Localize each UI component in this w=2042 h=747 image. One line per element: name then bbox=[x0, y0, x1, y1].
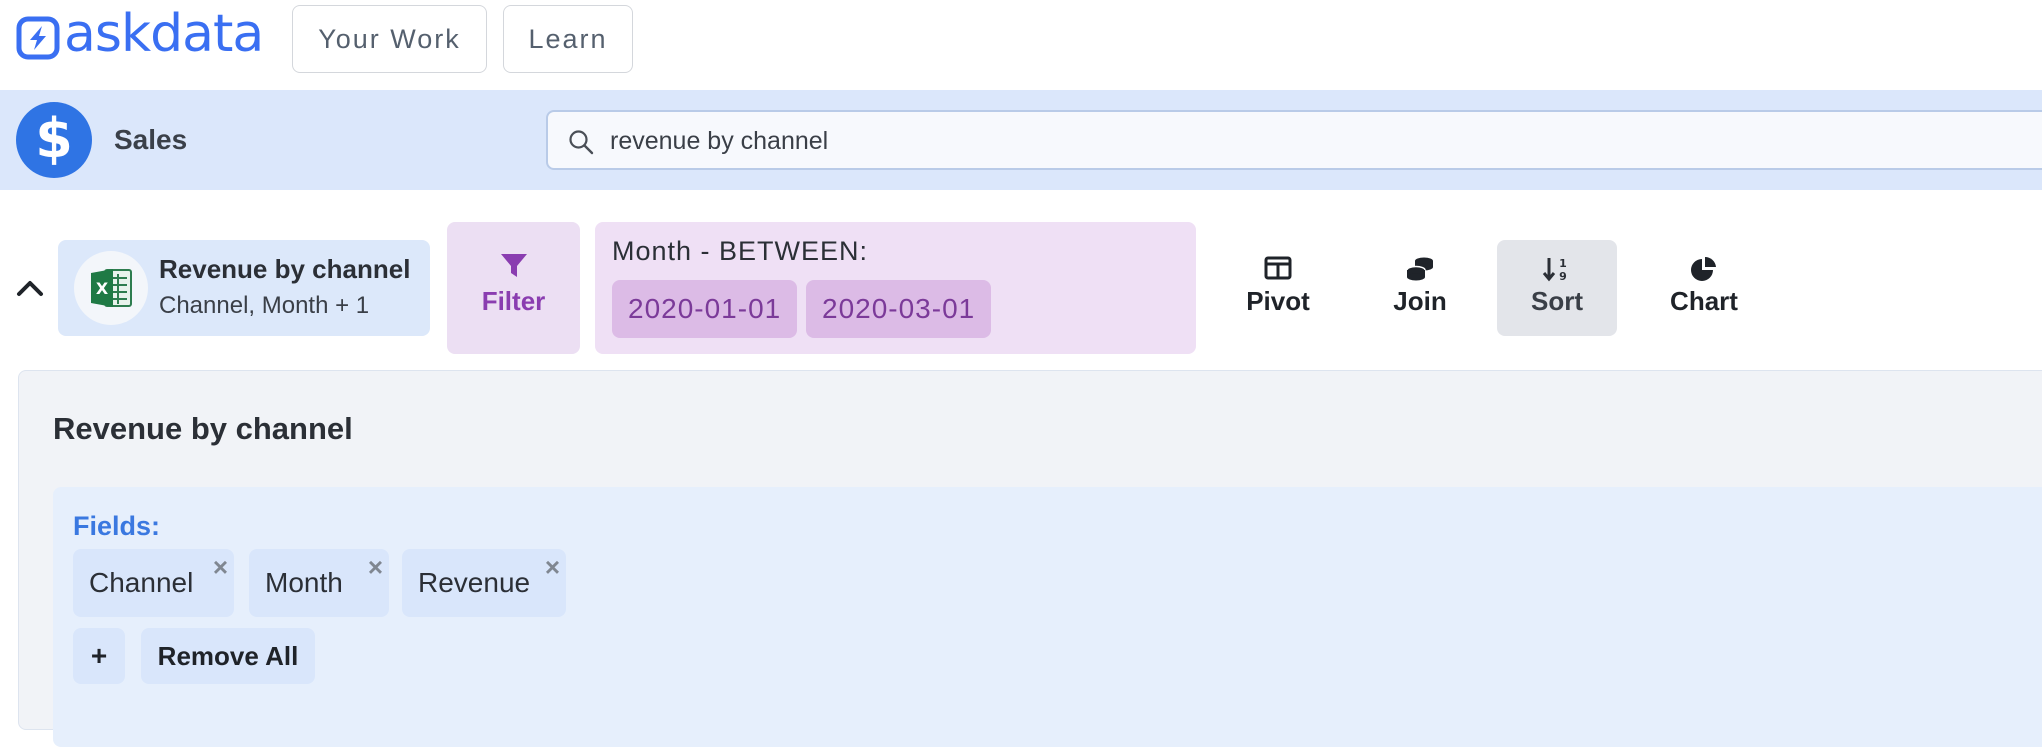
sort-button[interactable]: 1 9 Sort bbox=[1497, 240, 1617, 336]
logo-text: askdata bbox=[64, 4, 264, 64]
dataset-name[interactable]: Sales bbox=[114, 124, 187, 156]
field-chip-label: Month bbox=[265, 567, 343, 598]
remove-field-icon[interactable]: × bbox=[545, 554, 560, 580]
search-box[interactable] bbox=[546, 110, 2042, 170]
sort-icon: 1 9 bbox=[1542, 257, 1567, 282]
field-chip-channel[interactable]: Channel × bbox=[73, 549, 234, 617]
panel-title: Revenue by channel bbox=[53, 411, 353, 446]
join-label: Join bbox=[1393, 286, 1447, 316]
top-nav: askdata Your Work Learn bbox=[0, 0, 2042, 90]
pivot-label: Pivot bbox=[1246, 286, 1310, 316]
svg-text:X: X bbox=[96, 279, 109, 298]
excel-icon: X bbox=[74, 251, 148, 325]
search-input[interactable] bbox=[608, 122, 2012, 160]
dollar-glyph-icon: $ bbox=[35, 107, 73, 170]
field-chip-revenue[interactable]: Revenue × bbox=[402, 549, 566, 617]
join-button[interactable]: Join bbox=[1360, 240, 1480, 336]
svg-text:1: 1 bbox=[1559, 257, 1567, 270]
your-work-button[interactable]: Your Work bbox=[292, 5, 487, 73]
filter-icon bbox=[501, 254, 527, 277]
query-card-title: Revenue by channel bbox=[159, 254, 411, 284]
add-field-button[interactable]: + bbox=[73, 628, 125, 684]
excel-glyph-icon: X bbox=[91, 269, 132, 307]
query-panel: Revenue by channel Fields: Channel × Mon… bbox=[18, 370, 2042, 747]
fields-label: Fields: bbox=[73, 511, 161, 541]
filter-label: Filter bbox=[481, 286, 546, 316]
logo-mark-icon bbox=[16, 16, 60, 60]
sort-label: Sort bbox=[1531, 286, 1583, 316]
svg-text:9: 9 bbox=[1559, 270, 1567, 282]
join-icon bbox=[1406, 257, 1433, 281]
pie-chart-icon bbox=[1691, 256, 1716, 281]
chart-label: Chart bbox=[1670, 286, 1738, 316]
dollar-icon[interactable]: $ bbox=[16, 102, 92, 178]
query-card-subtitle: Channel, Month + 1 bbox=[159, 292, 370, 319]
pivot-icon bbox=[1264, 256, 1292, 280]
date-to-chip[interactable]: 2020-03-01 bbox=[806, 280, 992, 338]
chart-button[interactable]: Chart bbox=[1644, 240, 1764, 336]
remove-all-button[interactable]: Remove All bbox=[141, 628, 315, 684]
filter-button[interactable]: Filter bbox=[447, 222, 580, 354]
svg-text:$: $ bbox=[35, 107, 73, 170]
field-chip-label: Channel bbox=[89, 567, 194, 598]
date-from-chip[interactable]: 2020-01-01 bbox=[612, 280, 798, 338]
remove-field-icon[interactable]: × bbox=[213, 554, 228, 580]
field-chip-month[interactable]: Month × bbox=[249, 549, 389, 617]
remove-field-icon[interactable]: × bbox=[368, 554, 383, 580]
pivot-button[interactable]: Pivot bbox=[1218, 240, 1338, 336]
filter-condition[interactable]: Month - BETWEEN: 2020-01-01 2020-03-01 bbox=[595, 222, 1196, 354]
search-icon bbox=[569, 130, 594, 155]
fields-section: Fields: Channel × Month × Revenue × + Re… bbox=[53, 487, 2042, 747]
chevron-up-icon[interactable] bbox=[14, 276, 46, 300]
query-card[interactable]: X Revenue by channel Channel, Month + 1 bbox=[58, 240, 430, 336]
askdata-logo[interactable]: askdata bbox=[16, 8, 264, 62]
filter-condition-title: Month - BETWEEN: bbox=[612, 236, 869, 266]
learn-button[interactable]: Learn bbox=[503, 5, 633, 73]
field-chip-label: Revenue bbox=[418, 567, 531, 598]
